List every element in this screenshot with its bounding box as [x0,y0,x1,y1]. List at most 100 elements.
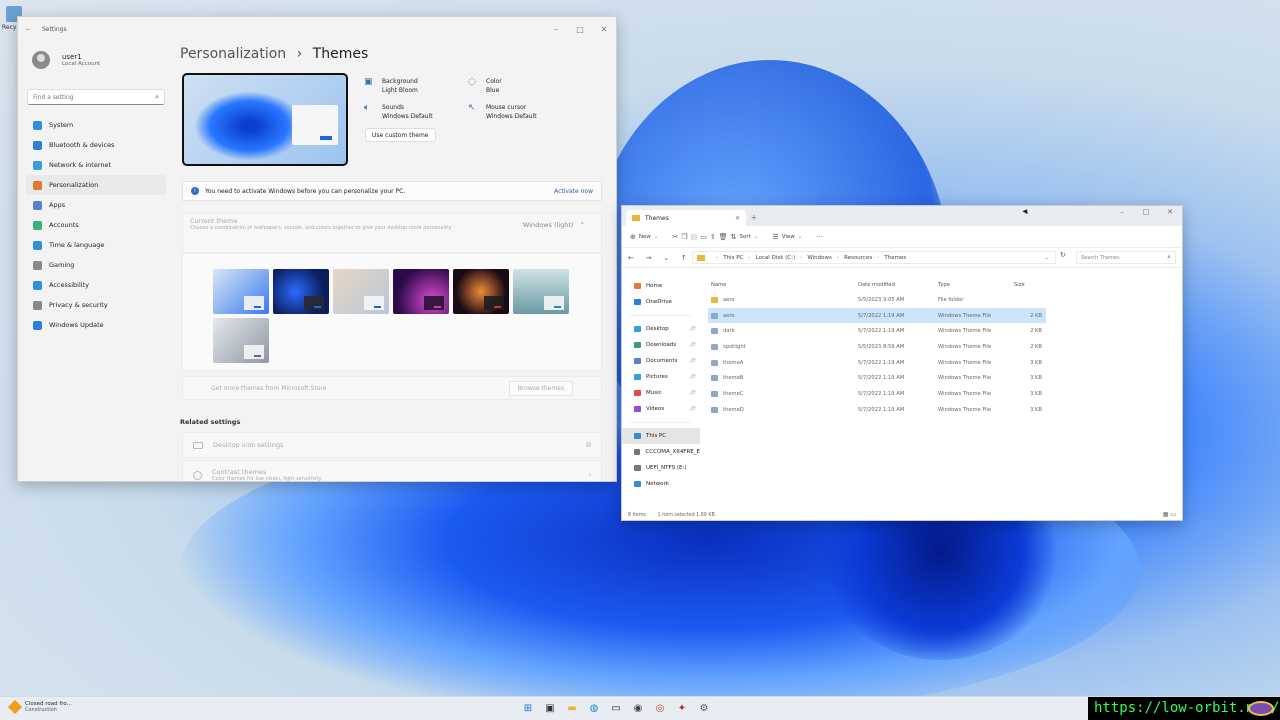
sidebar-item-privacy-security[interactable]: Privacy & security [26,295,166,315]
find-setting-input[interactable]: Find a setting ⌕ [27,89,165,105]
breadcrumb-segment[interactable]: Themes [884,255,906,261]
activate-now-link[interactable]: Activate now [554,188,593,195]
start-icon[interactable]: ⊞ [520,701,536,717]
pin-icon[interactable]: 📌︎ [690,326,696,332]
nav-pane-item-videos[interactable]: Videos 📌︎ [622,401,700,417]
current-theme-row[interactable]: Current theme Choose a combination of wa… [182,213,602,253]
chrome-icon[interactable]: ◎ [652,701,668,717]
table-row[interactable]: themeC 5/7/2022 1:19 AM Windows Theme File… [708,386,1046,402]
taskview-icon[interactable]: ▣ [542,701,558,717]
theme-thumb-spotlight[interactable] [333,269,389,314]
back-arrow-icon[interactable]: ← [26,26,36,33]
sidebar-item-accessibility[interactable]: Accessibility [26,275,166,295]
settings-icon[interactable]: ⚙ [696,701,712,717]
sidebar-item-time-language[interactable]: Time & language [26,235,166,255]
explorer-minimize-button[interactable]: – [1110,208,1134,216]
close-button[interactable]: ✕ [592,25,616,34]
sidebar-item-apps[interactable]: Apps [26,195,166,215]
nav-pane-item-uefi-ntfs-e[interactable]: UEFI_NTFS (E:) [622,460,700,476]
nav-pane-item-this-pc[interactable]: This PC [622,428,700,444]
table-row[interactable]: dark 5/7/2022 1:19 AM Windows Theme File 2 … [708,323,1046,339]
column-name[interactable]: Name [708,282,858,288]
address-bar[interactable]: › This PC › Local Disk (C:) › Windows › Resourc… [692,251,1056,264]
refresh-icon[interactable]: ↻ [1060,251,1066,259]
close-tab-icon[interactable]: ✕ [735,215,740,222]
pin-icon[interactable]: 📌︎ [690,342,696,348]
up-icon[interactable]: ↑ [681,254,687,262]
theme-thumb-flow[interactable] [513,269,569,314]
nav-pane-item-documents[interactable]: Documents 📌︎ [622,353,700,369]
delete-icon[interactable]: 🗑︎ [719,233,728,241]
new-tab-button[interactable]: + [746,210,762,226]
table-row[interactable]: aero 5/5/2023 9:05 AM File folder [708,292,1046,308]
theme-thumb-sunrise[interactable] [213,318,269,363]
user-profile[interactable]: user1 Local Account [32,51,100,69]
sidebar-item-gaming[interactable]: Gaming [26,255,166,275]
nav-pane-item-cccoma-x64fre-e[interactable]: CCCOMA_X64FRE_E [622,444,700,460]
pin-icon[interactable]: 📌︎ [690,406,696,412]
theme-thumb-light[interactable] [213,269,269,314]
details-view-icon[interactable]: ▦ ▭ [1163,511,1176,518]
forward-icon[interactable]: → [646,254,652,262]
explorer-search-input[interactable]: Search Themes ⌕ [1076,251,1176,264]
breadcrumb-segment[interactable]: This PC [723,255,743,261]
breadcrumb-segment[interactable]: Resources [844,255,872,261]
explorer-tabbar[interactable]: Themes ✕ + – □ ✕ [622,206,1182,226]
tab-themes[interactable]: Themes ✕ [626,210,746,226]
sounds-setting[interactable]: 🔈︎ Sounds Windows Default [364,103,433,121]
table-row[interactable]: aero 5/7/2022 1:19 AM Windows Theme File 2 … [708,307,1046,324]
background-setting[interactable]: ▣ Background Light Bloom [364,77,418,95]
path-separator-icon[interactable]: › [716,255,718,261]
path-separator-icon[interactable]: › [748,255,750,261]
sidebar-item-network-internet[interactable]: Network & internet [26,155,166,175]
table-row[interactable]: themeD 5/7/2022 1:19 AM Windows Theme File… [708,402,1046,418]
nav-pane-item-pictures[interactable]: Pictures 📌︎ [622,369,700,385]
explorer-maximize-button[interactable]: □ [1134,208,1158,216]
theme-thumb-glow[interactable] [393,269,449,314]
new-button[interactable]: ⊕ New ⌄ [630,233,658,241]
camera-icon[interactable]: ◉ [630,701,646,717]
mouse-cursor-setting[interactable]: ↖ Mouse cursor Windows Default [468,103,537,121]
table-row[interactable]: themeA 5/7/2022 1:19 AM Windows Theme File… [708,355,1046,371]
column-date-modified[interactable]: Date modified [858,282,938,288]
back-icon[interactable]: ← [628,254,634,262]
address-dropdown-icon[interactable]: ⌄ [1044,255,1049,261]
cut-icon[interactable]: ✂ [672,233,678,241]
copy-icon[interactable]: ❐ [681,233,687,241]
path-separator-icon[interactable]: › [800,255,802,261]
desktop-icon-settings-row[interactable]: Desktop icon settings ⧉ [182,432,602,458]
pin-icon[interactable]: 📌︎ [690,374,696,380]
terminal-icon[interactable]: ▭ [608,701,624,717]
column-type[interactable]: Type [938,282,1010,288]
pin-icon[interactable]: 📌︎ [690,358,696,364]
file-explorer-icon[interactable]: ▬ [564,701,580,717]
theme-thumb-dark[interactable] [273,269,329,314]
use-custom-theme-button[interactable]: Use custom theme [365,128,436,142]
more-options-icon[interactable]: ··· [816,233,823,241]
minimize-button[interactable]: – [544,25,568,34]
column-size[interactable]: Size [1010,282,1046,288]
nav-pane-item-desktop[interactable]: Desktop 📌︎ [622,321,700,337]
table-row[interactable]: spotlight 5/5/2023 8:59 AM Windows Theme F… [708,339,1046,355]
rename-icon[interactable]: ▭ [700,233,707,241]
weather-widget[interactable]: Closed road fro... Construction [7,699,72,715]
share-icon[interactable]: ⇪ [710,233,716,241]
paste-icon[interactable]: ▤ [691,233,698,241]
media-icon[interactable]: ✦ [674,701,690,717]
path-separator-icon[interactable]: › [877,255,879,261]
nav-pane-item-onedrive[interactable]: OneDrive [622,294,700,310]
color-setting[interactable]: ◌ Color Blue [468,77,502,95]
browse-themes-button[interactable]: Browse themes [508,380,573,396]
maximize-button[interactable]: □ [568,25,592,34]
nav-pane-item-network[interactable]: Network [622,476,700,492]
breadcrumb-segment[interactable]: Windows [807,255,832,261]
settings-titlebar[interactable]: ← Settings – □ ✕ [18,17,616,41]
nav-pane-item-downloads[interactable]: Downloads 📌︎ [622,337,700,353]
sort-button[interactable]: ⇅ Sort ⌄ [731,233,759,241]
pin-icon[interactable]: 📌︎ [690,390,696,396]
sidebar-item-personalization[interactable]: Personalization [26,175,166,195]
recent-chevron-icon[interactable]: ⌄ [663,254,669,262]
edge-icon[interactable]: ◍ [586,701,602,717]
path-separator-icon[interactable]: › [837,255,839,261]
sidebar-item-system[interactable]: System [26,115,166,135]
